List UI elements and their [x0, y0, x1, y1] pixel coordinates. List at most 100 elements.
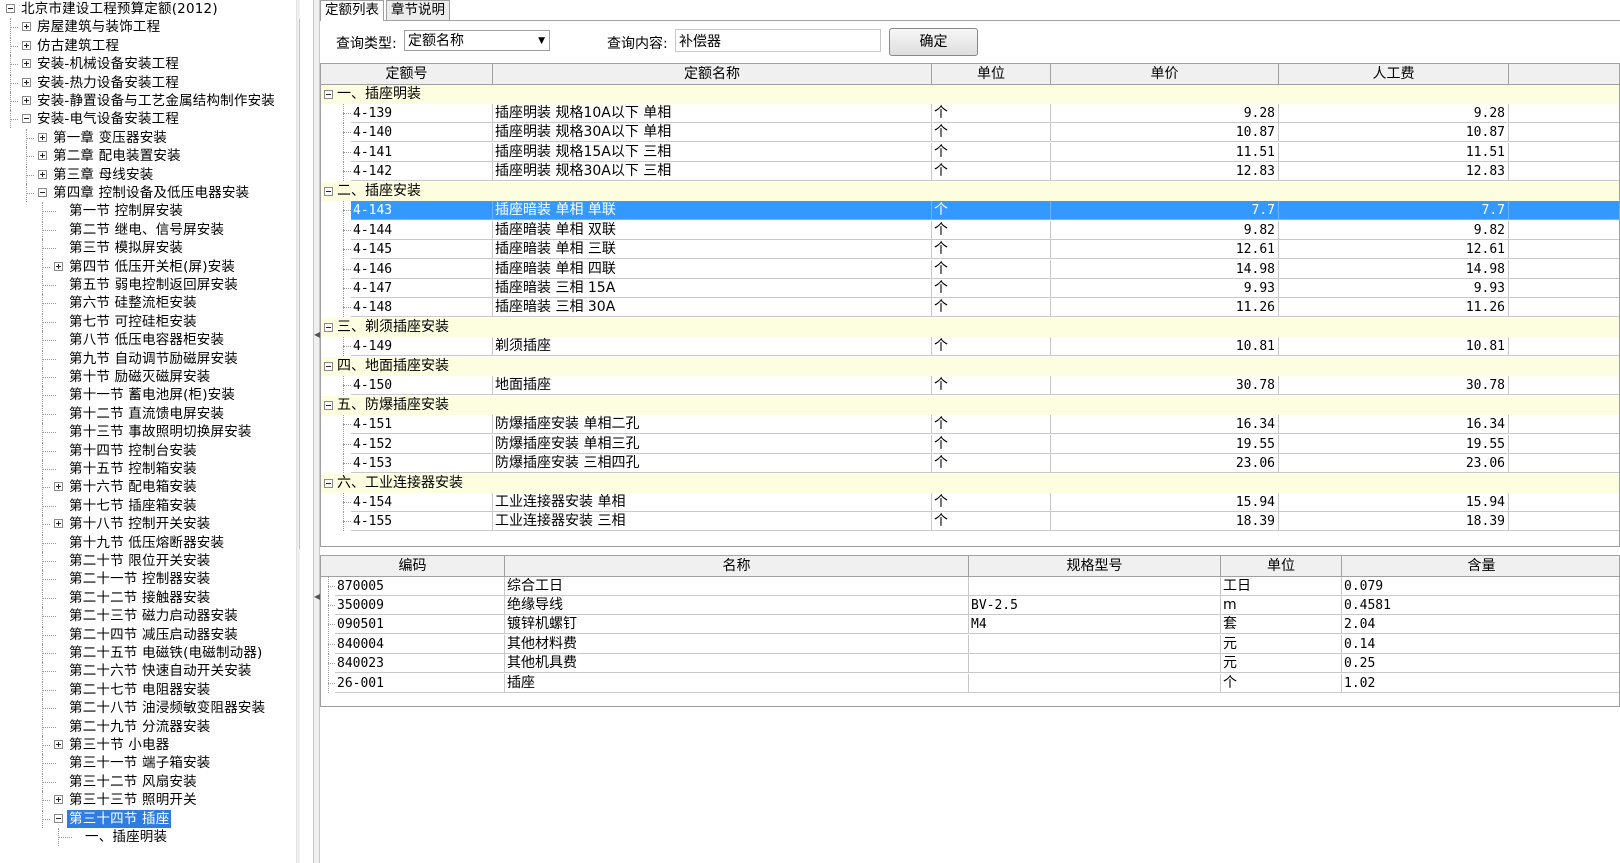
cell-labor[interactable]: 11.51 [1279, 142, 1509, 162]
tree-node[interactable]: 第二十一节 控制器安装 [0, 570, 296, 589]
cell-unit[interactable]: 个 [932, 454, 1051, 474]
cell-price[interactable]: 11.51 [1051, 142, 1279, 162]
mat-cell-spec[interactable] [969, 576, 1221, 596]
mat-cell-unit[interactable]: 元 [1221, 634, 1342, 654]
material-table[interactable]: 编码 名称 规格型号 单位 含量 870005 综合工日 工日 0.079 350009… [320, 555, 1620, 707]
material-row[interactable]: 870005 综合工日 工日 0.079 [321, 576, 1619, 596]
confirm-button[interactable]: 确定 [889, 28, 978, 56]
scroll-thumb[interactable]: ≡ [299, 19, 300, 549]
table-row[interactable]: 4-144 插座暗装 单相 双联个 9.82 9.82 [321, 220, 1619, 240]
tree-node[interactable]: 第十二节 直流馈电屏安装 [0, 404, 296, 423]
table-row[interactable]: 4-145 插座暗装 单相 三联个 12.61 12.61 [321, 240, 1619, 260]
material-row[interactable]: 840004 其他材料费 元 0.14 [321, 634, 1619, 654]
cell-unit[interactable]: 个 [932, 415, 1051, 435]
cell-labor[interactable]: 9.28 [1279, 103, 1509, 123]
cell-name[interactable]: 剃须插座 [493, 337, 932, 357]
tab-quota-list[interactable]: 定额列表 [320, 0, 384, 21]
cell-labor[interactable]: 9.93 [1279, 279, 1509, 298]
group-row[interactable]: 三、剃须插座安装 [321, 317, 1619, 337]
cell-code[interactable]: 4-144 [351, 220, 493, 240]
cell-price[interactable]: 10.87 [1051, 123, 1279, 143]
tree-node[interactable]: 第三章 母线安装 [0, 165, 296, 184]
material-row[interactable]: 350009 绝缘导线 BV-2.5 m 0.4581 [321, 595, 1619, 615]
cell-labor[interactable]: 10.87 [1279, 123, 1509, 143]
tree-node[interactable]: 第四节 低压开关柜(屏)安装 [0, 257, 296, 276]
mat-cell-name[interactable]: 插座 [505, 673, 969, 693]
cell-name[interactable]: 插座明装 规格30A以下 单相 [493, 123, 932, 143]
material-row[interactable]: 090501 镀锌机螺钉 M4 套 2.04 [321, 615, 1619, 635]
expand-icon[interactable] [22, 77, 31, 87]
mat-cell-unit[interactable]: m [1221, 595, 1342, 615]
mat-col-header-spec[interactable]: 规格型号 [969, 556, 1221, 576]
query-type-select[interactable]: 定额名称 ▼ [404, 30, 550, 51]
cell-price[interactable]: 9.82 [1051, 220, 1279, 240]
expand-icon[interactable] [22, 22, 31, 32]
tree-node[interactable]: 第二节 继电、信号屏安装 [0, 220, 296, 239]
tree-node[interactable]: 第二十节 限位开关安装 [0, 552, 296, 570]
cell-name[interactable]: 防爆插座安装 单相二孔 [493, 415, 932, 435]
cell-code[interactable]: 4-146 [351, 259, 493, 279]
tree-node[interactable]: 第二十六节 快速自动开关安装 [0, 662, 296, 681]
tree-node[interactable]: 第二章 配电装置安装 [0, 147, 296, 166]
cell-labor[interactable]: 14.98 [1279, 259, 1509, 279]
group-row[interactable]: 二、插座安装 [321, 181, 1619, 201]
tree-node[interactable]: 安装-电气设备安装工程 [0, 110, 296, 129]
collapse-icon[interactable] [38, 188, 47, 197]
table-row[interactable]: 4-153 防爆插座安装 三相四孔个 23.06 23.06 [321, 454, 1619, 474]
tree-node[interactable]: 房屋建筑与装饰工程 [0, 18, 296, 37]
cell-unit[interactable]: 个 [932, 201, 1051, 221]
col-header-price[interactable]: 单价 [1051, 64, 1279, 84]
mat-cell-unit[interactable]: 工日 [1221, 576, 1342, 596]
mat-cell-unit[interactable]: 个 [1221, 673, 1342, 693]
tree-node[interactable]: 第三十一节 端子箱安装 [0, 754, 296, 773]
cell-price[interactable]: 7.7 [1051, 201, 1279, 221]
cell-unit[interactable]: 个 [932, 434, 1051, 454]
tree-node[interactable]: 第四章 控制设备及低压电器安装 [0, 184, 296, 202]
cell-code[interactable]: 4-147 [351, 279, 493, 298]
cell-code[interactable]: 4-151 [351, 415, 493, 435]
cell-name[interactable]: 防爆插座安装 单相三孔 [493, 434, 932, 454]
mat-cell-spec[interactable] [969, 673, 1221, 693]
cell-price[interactable]: 11.26 [1051, 298, 1279, 318]
collapse-icon[interactable] [54, 813, 63, 823]
table-row[interactable]: 4-139 插座明装 规格10A以下 单相个 9.28 9.28 [321, 103, 1619, 123]
mat-cell-spec[interactable] [969, 634, 1221, 654]
cell-code[interactable]: 4-150 [351, 376, 493, 396]
cell-labor[interactable]: 15.94 [1279, 492, 1509, 512]
cell-labor[interactable]: 11.26 [1279, 298, 1509, 318]
tree-node[interactable]: 安装-热力设备安装工程 [0, 73, 296, 92]
mat-cell-name[interactable]: 综合工日 [505, 576, 969, 596]
cell-code[interactable]: 4-141 [351, 142, 493, 162]
mat-cell-code[interactable]: 840023 [335, 654, 505, 674]
mat-cell-code[interactable]: 350009 [335, 595, 505, 615]
cell-name[interactable]: 插座暗装 单相 四联 [493, 259, 932, 279]
expand-icon[interactable] [54, 482, 63, 492]
cell-unit[interactable]: 个 [932, 259, 1051, 279]
cell-name[interactable]: 工业连接器安装 单相 [493, 492, 932, 512]
collapse-icon[interactable] [324, 478, 333, 488]
table-row[interactable]: 4-150 地面插座个 30.78 30.78 [321, 376, 1619, 396]
table-row[interactable]: 4-151 防爆插座安装 单相二孔个 16.34 16.34 [321, 415, 1619, 435]
table-row[interactable]: 4-142 插座明装 规格30A以下 三相个 12.83 12.83 [321, 162, 1619, 182]
table-row[interactable]: 4-155 工业连接器安装 三相个 18.39 18.39 [321, 512, 1619, 532]
cell-code[interactable]: 4-139 [351, 103, 493, 123]
expand-icon[interactable] [54, 740, 63, 749]
tree-node[interactable]: 第三十三节 照明开关 [0, 791, 296, 810]
cell-name[interactable]: 插座暗装 三相 15A [493, 279, 932, 298]
cell-labor[interactable]: 9.82 [1279, 220, 1509, 240]
material-row[interactable]: 26-001 插座 个 1.02 [321, 673, 1619, 693]
mat-cell-name[interactable]: 镀锌机螺钉 [505, 615, 969, 635]
group-row[interactable]: 五、防爆插座安装 [321, 395, 1619, 415]
col-header-unit[interactable]: 单位 [932, 64, 1051, 84]
mat-cell-code[interactable]: 870005 [335, 576, 505, 596]
tree-node[interactable]: 第七节 可控硅柜安装 [0, 312, 296, 331]
cell-code[interactable]: 4-140 [351, 123, 493, 143]
expand-icon[interactable] [22, 59, 31, 69]
cell-price[interactable]: 16.34 [1051, 415, 1279, 435]
mat-cell-qty[interactable]: 1.02 [1342, 674, 1619, 693]
tree-node[interactable]: 第一章 变压器安装 [0, 128, 296, 147]
cell-price[interactable]: 14.98 [1051, 259, 1279, 279]
col-header-name[interactable]: 定额名称 [493, 64, 932, 84]
table-row[interactable]: 4-148 插座暗装 三相 30A 个 11.26 11.26 [321, 298, 1619, 318]
cell-price[interactable]: 9.28 [1051, 103, 1279, 123]
